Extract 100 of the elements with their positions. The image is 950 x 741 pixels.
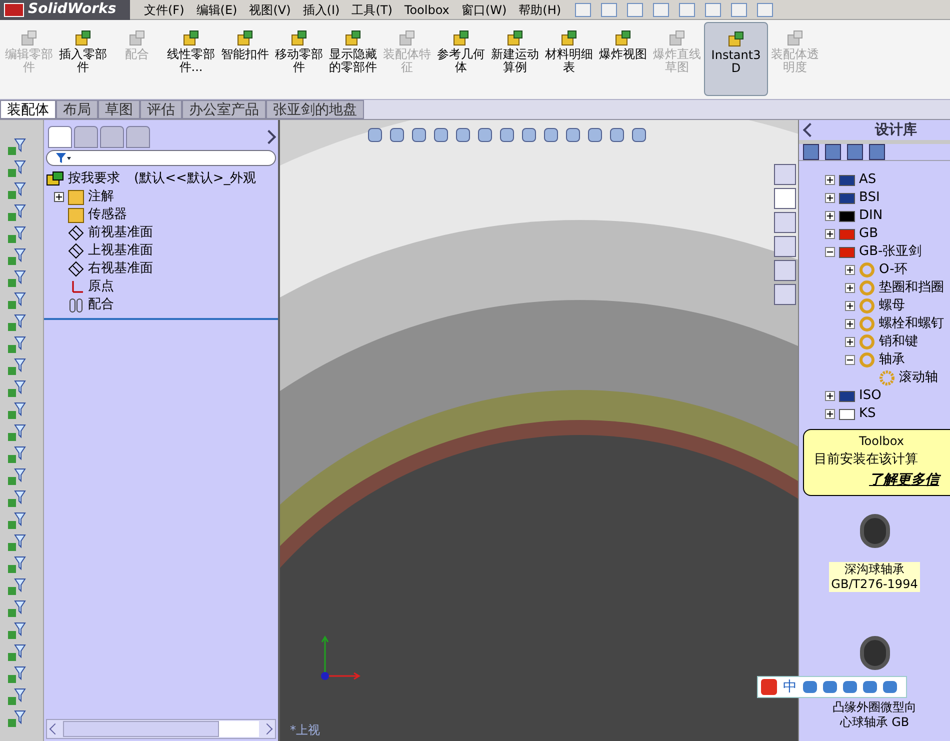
expander-icon[interactable]	[825, 247, 835, 257]
expander-icon[interactable]	[845, 319, 855, 329]
menu-item[interactable]: Toolbox	[404, 0, 450, 18]
horizontal-scrollbar[interactable]	[46, 719, 276, 739]
filter-icon[interactable]	[6, 380, 26, 398]
filter-icon[interactable]	[6, 556, 26, 574]
ribbon-button[interactable]: 爆炸视图	[596, 30, 650, 61]
ribbon-button[interactable]: 显示隐藏的零部件	[326, 30, 380, 74]
filter-icon[interactable]	[6, 578, 26, 596]
library-item[interactable]: 滚动轴	[899, 368, 938, 388]
expander-icon[interactable]	[825, 211, 835, 221]
expander-icon[interactable]	[825, 409, 835, 419]
tab[interactable]: 布局	[56, 100, 98, 119]
filter-icon[interactable]	[6, 644, 26, 662]
library-item[interactable]: KS	[859, 404, 876, 424]
filter-icon[interactable]	[6, 358, 26, 376]
menu-item[interactable]: 视图(V)	[249, 0, 291, 18]
ribbon-button[interactable]: 智能扣件	[218, 30, 272, 61]
learn-more-link[interactable]: 了解更多信	[869, 470, 939, 490]
filter-icon[interactable]	[6, 622, 26, 640]
menu-item[interactable]: 编辑(E)	[196, 0, 238, 18]
ribbon-button[interactable]: 材料明细表	[542, 30, 596, 74]
ribbon-button[interactable]: 参考几何体	[434, 30, 488, 74]
bearing-thumbnail[interactable]	[860, 514, 890, 548]
app-name: SolidWorks	[28, 0, 116, 19]
plane-icon	[68, 261, 84, 277]
filter-icon[interactable]	[6, 182, 26, 200]
library-item[interactable]: 螺栓和螺钉	[879, 314, 944, 334]
filter-icon[interactable]	[6, 314, 26, 332]
filter-icon[interactable]	[6, 688, 26, 706]
library-item[interactable]: 轴承	[879, 350, 905, 370]
tree-item[interactable]: 右视基准面	[88, 259, 153, 279]
input-method-logo-icon[interactable]	[761, 679, 777, 695]
tab[interactable]: 张亚剑的地盘	[266, 100, 364, 119]
filter-icon[interactable]	[6, 336, 26, 354]
ring-icon	[859, 280, 875, 296]
filter-icon[interactable]	[6, 226, 26, 244]
filter-icon[interactable]	[6, 512, 26, 530]
expander-icon[interactable]	[845, 301, 855, 311]
menu-item[interactable]: 窗口(W)	[461, 0, 507, 18]
library-item[interactable]: AS	[859, 170, 876, 190]
ribbon-button[interactable]: 插入零部件	[56, 30, 110, 74]
expander-icon[interactable]	[825, 391, 835, 401]
menu-item[interactable]: 工具(T)	[352, 0, 392, 18]
filter-icon[interactable]	[6, 270, 26, 288]
bearing-thumbnail[interactable]	[860, 636, 890, 670]
expander-icon[interactable]	[845, 337, 855, 347]
filter-icon[interactable]	[6, 710, 26, 728]
library-item[interactable]: GB-张亚剑	[859, 242, 922, 262]
expand-plus-icon[interactable]	[54, 192, 64, 202]
filter-icon[interactable]	[6, 204, 26, 222]
filter-icon[interactable]	[6, 138, 26, 156]
library-item[interactable]: O-环	[879, 260, 908, 280]
tab[interactable]: 办公室产品	[182, 100, 266, 119]
filter-icon[interactable]	[6, 534, 26, 552]
tree-item[interactable]: 注解	[88, 187, 114, 207]
filter-icon[interactable]	[6, 446, 26, 464]
tree-item[interactable]: 前视基准面	[88, 223, 153, 243]
filter-icon[interactable]	[6, 424, 26, 442]
tab[interactable]: 评估	[140, 100, 182, 119]
filter-icon[interactable]	[6, 292, 26, 310]
tree-item[interactable]: 传感器	[88, 205, 127, 225]
library-item[interactable]: DIN	[859, 206, 883, 226]
ribbon-button[interactable]: 线性零部件...	[164, 30, 218, 74]
library-item[interactable]: 销和键	[879, 332, 918, 352]
library-item[interactable]: 螺母	[879, 296, 905, 316]
expander-icon[interactable]	[825, 175, 835, 185]
ribbon-button[interactable]: 移动零部件	[272, 30, 326, 74]
filter-icon[interactable]	[6, 468, 26, 486]
assembly-name[interactable]: 按我要求	[68, 169, 120, 189]
filter-icon[interactable]	[6, 160, 26, 178]
scroll-thumb[interactable]	[63, 721, 219, 737]
tool-icon	[452, 30, 470, 48]
expander-icon[interactable]	[825, 193, 835, 203]
filter-icon[interactable]	[6, 666, 26, 684]
library-item[interactable]: GB	[859, 224, 878, 244]
tree-item[interactable]: 原点	[88, 277, 114, 297]
tree-item[interactable]: 上视基准面	[88, 241, 153, 261]
menu-item[interactable]: 文件(F)	[144, 0, 184, 18]
ribbon-button[interactable]: 新建运动算例	[488, 30, 542, 74]
filter-icon[interactable]	[6, 402, 26, 420]
filter-icon[interactable]	[6, 600, 26, 618]
tab[interactable]: 草图	[98, 100, 140, 119]
input-mode-toggle[interactable]: 中	[783, 676, 797, 698]
expander-icon[interactable]	[845, 265, 855, 275]
tab[interactable]: 装配体	[0, 100, 56, 119]
expander-icon[interactable]	[825, 229, 835, 239]
library-item[interactable]: BSI	[859, 188, 880, 208]
expander-icon[interactable]	[845, 355, 855, 365]
menu-item[interactable]: 插入(I)	[302, 0, 340, 18]
filter-icon[interactable]	[6, 248, 26, 266]
filter-field[interactable]	[46, 150, 276, 166]
expander-icon[interactable]	[845, 283, 855, 293]
ribbon-button[interactable]: Instant3D	[704, 22, 768, 96]
filter-icon[interactable]	[6, 490, 26, 508]
tree-item[interactable]: 配合	[88, 295, 114, 315]
menu-item[interactable]: 帮助(H)	[518, 0, 562, 18]
library-item[interactable]: 垫圈和挡圈	[879, 278, 944, 298]
tool-icon	[290, 30, 308, 48]
library-item[interactable]: ISO	[859, 386, 882, 406]
